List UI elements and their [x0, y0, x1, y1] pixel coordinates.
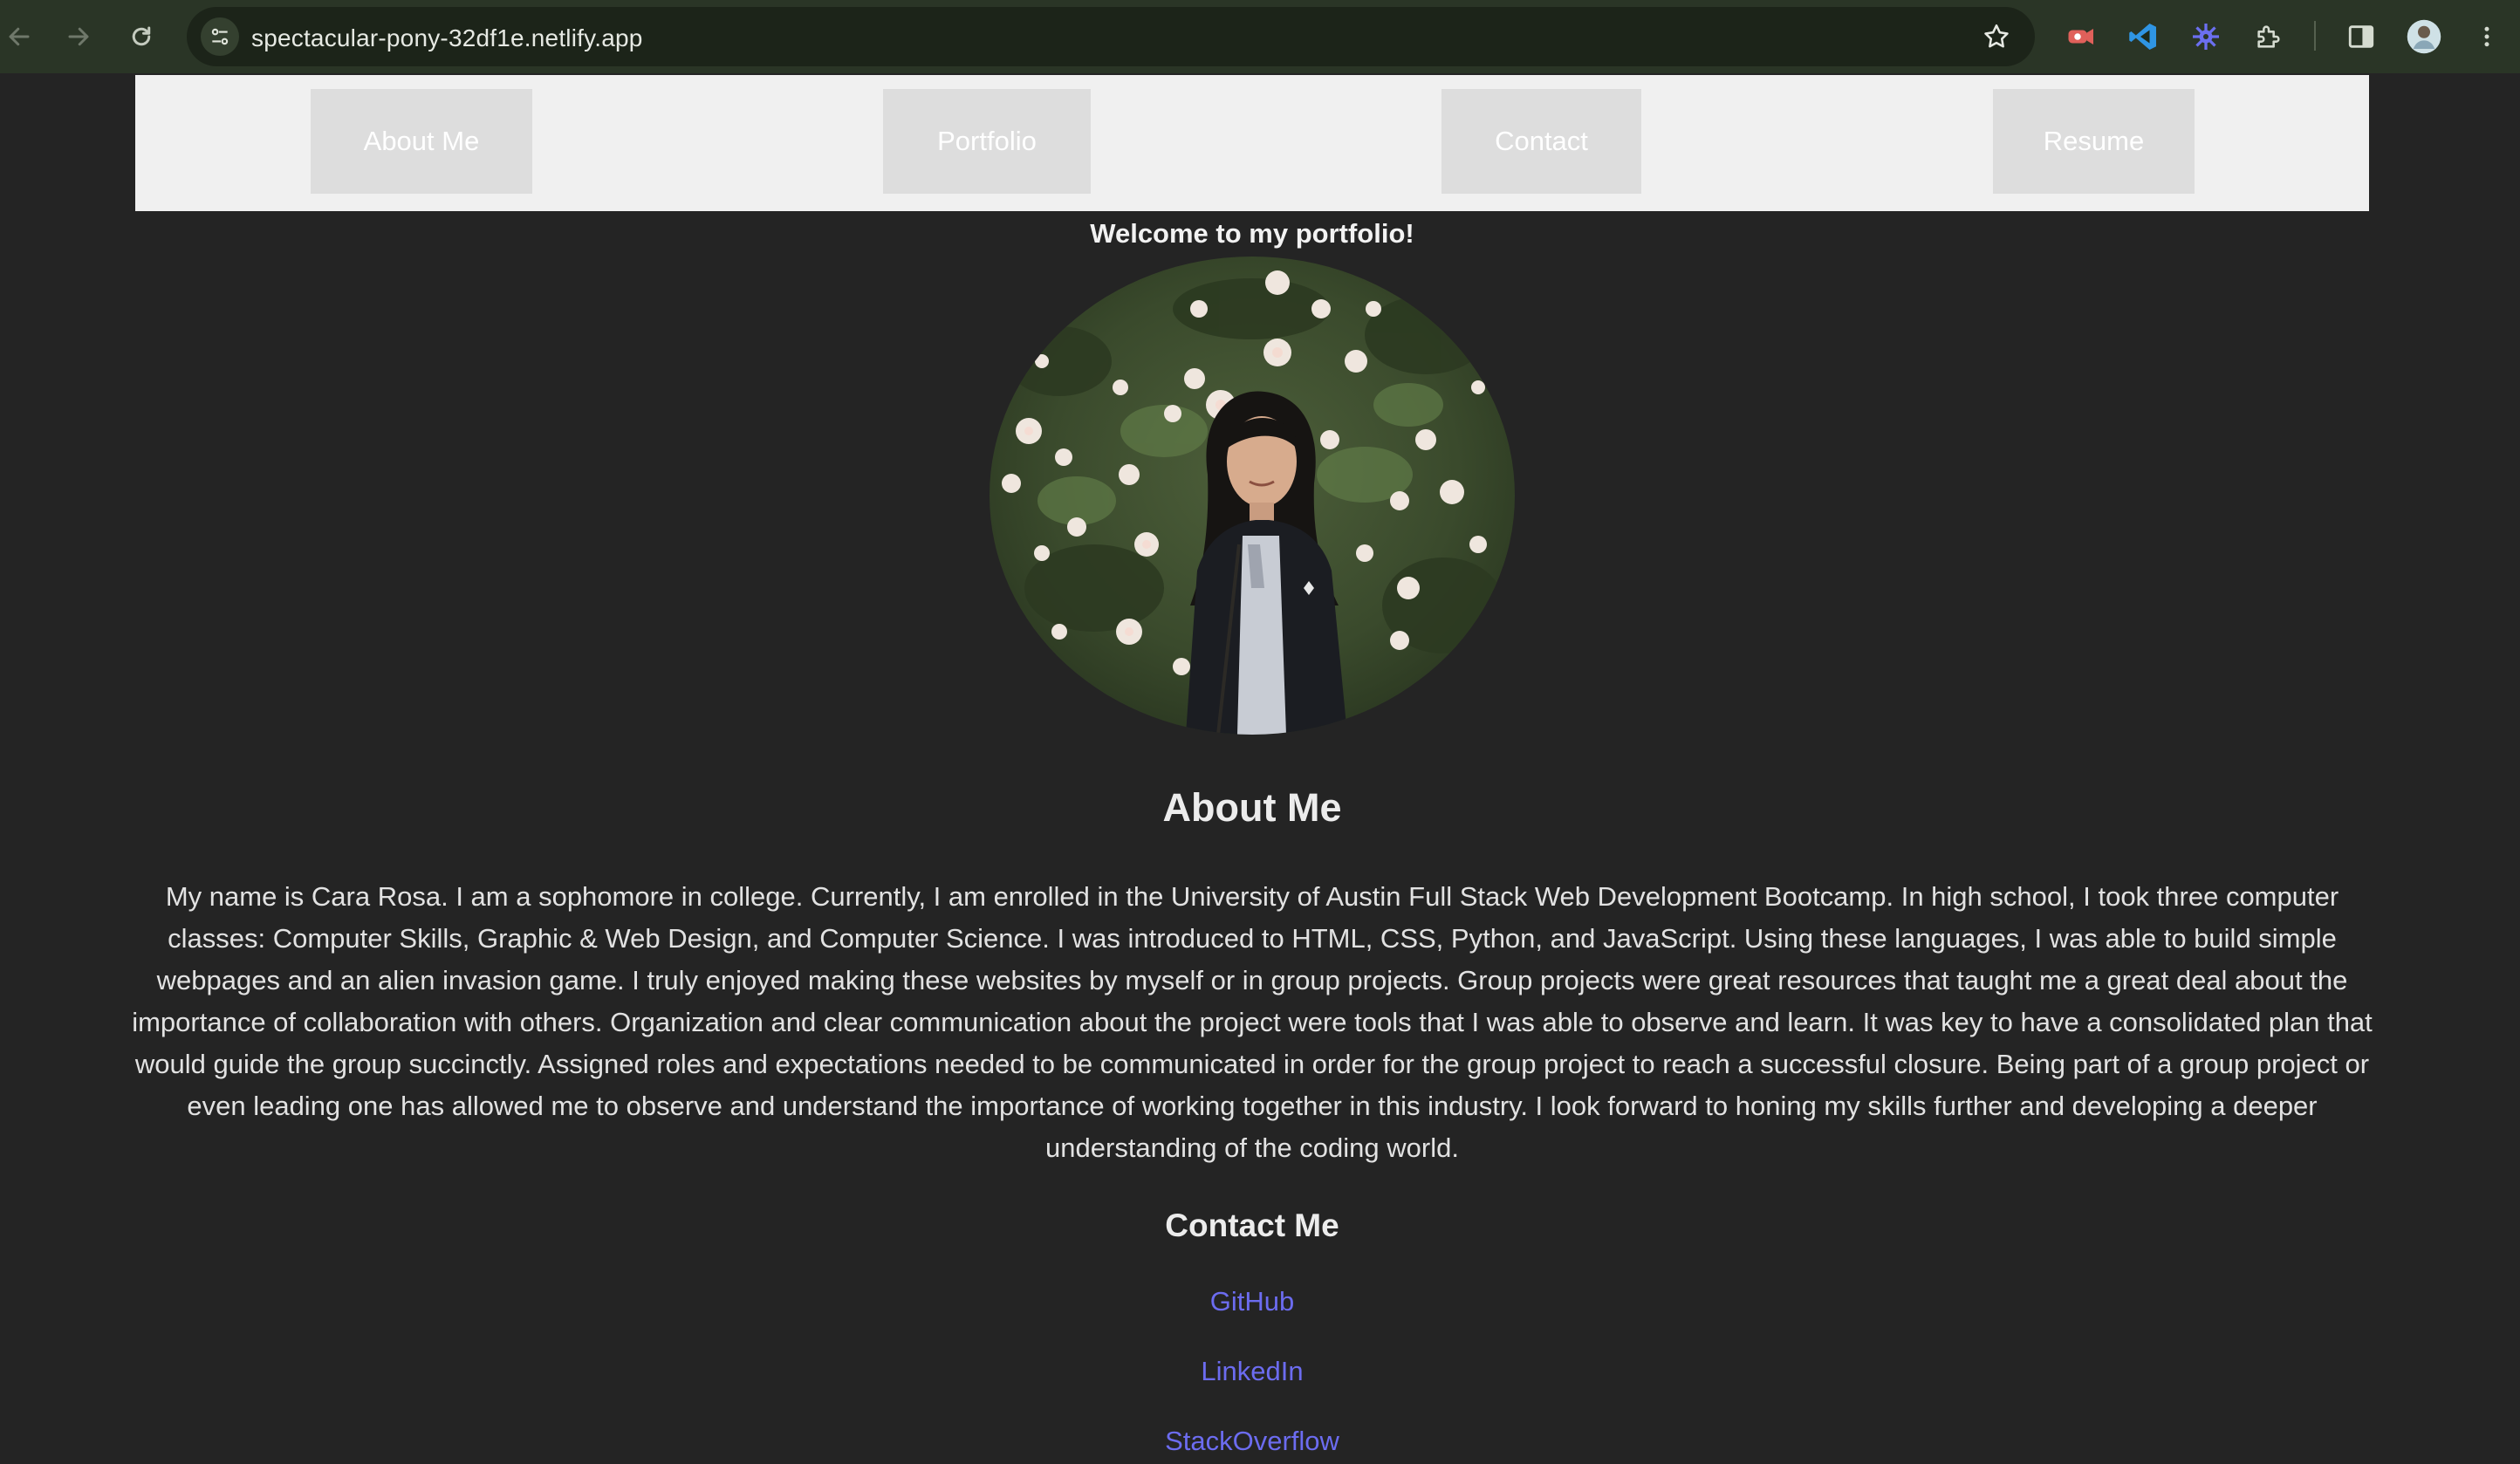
page-body: About Me Portfolio Contact Resume Welcom… — [0, 73, 2520, 1464]
welcome-heading: Welcome to my portfolio! — [1090, 218, 1414, 249]
github-link[interactable]: GitHub — [1210, 1286, 1294, 1317]
nav-resume[interactable]: Resume — [1993, 89, 2195, 194]
nav-portfolio[interactable]: Portfolio — [883, 89, 1091, 194]
linkedin-link-row: LinkedIn — [0, 1356, 2504, 1387]
contact-me-heading: Contact Me — [1165, 1207, 1339, 1243]
linkedin-link[interactable]: LinkedIn — [1201, 1356, 1303, 1386]
forward-arrow-icon[interactable] — [59, 17, 98, 56]
bookmark-star-icon[interactable] — [1979, 19, 2014, 54]
side-panel-icon[interactable] — [2340, 16, 2382, 58]
profile-avatar-icon[interactable] — [2403, 16, 2445, 58]
address-bar[interactable]: spectacular-pony-32df1e.netlify.app — [187, 7, 2035, 66]
vscode-icon[interactable] — [2122, 16, 2164, 58]
about-me-paragraph: My name is Cara Rosa. I am a sophomore i… — [132, 881, 2373, 1163]
stackoverflow-link[interactable]: StackOverflow — [1165, 1426, 1339, 1456]
about-me-heading: About Me — [1162, 785, 1342, 830]
toolbar-divider — [2314, 21, 2316, 51]
reload-icon[interactable] — [122, 17, 161, 56]
stackoverflow-link-row: StackOverflow — [0, 1426, 2504, 1457]
extension-blue-gear-icon[interactable] — [2185, 16, 2227, 58]
back-arrow-icon[interactable] — [0, 17, 38, 56]
url-text[interactable]: spectacular-pony-32df1e.netlify.app — [251, 24, 643, 52]
nav-about-me[interactable]: About Me — [311, 89, 532, 194]
browser-toolbar: spectacular-pony-32df1e.netlify.app — [0, 0, 2520, 73]
menu-dots-icon[interactable] — [2466, 16, 2508, 58]
extension-red-icon[interactable] — [2059, 16, 2101, 58]
profile-photo — [990, 257, 1515, 735]
extensions-puzzle-icon[interactable] — [2248, 16, 2290, 58]
site-info-icon[interactable] — [201, 17, 239, 56]
nav-contact[interactable]: Contact — [1441, 89, 1641, 194]
top-navbar: About Me Portfolio Contact Resume — [135, 75, 2369, 211]
github-link-row: GitHub — [0, 1286, 2504, 1317]
